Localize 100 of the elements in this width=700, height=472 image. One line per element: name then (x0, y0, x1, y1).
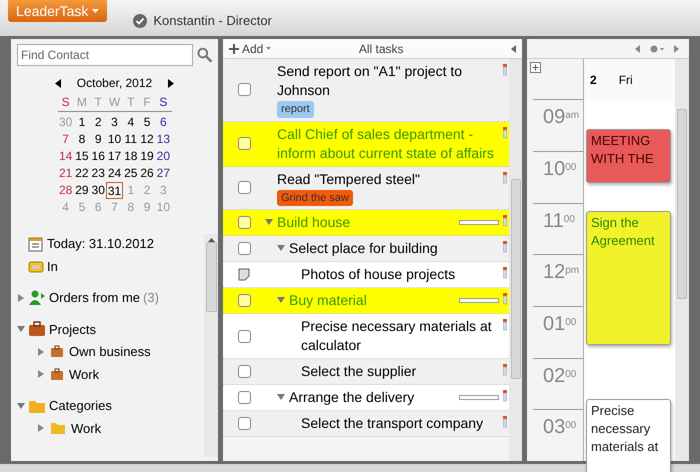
task-row[interactable]: Arrange the delivery (223, 385, 509, 411)
task-title: Select the transport company (301, 414, 484, 433)
calendar-day[interactable]: 2 (90, 114, 106, 131)
calendar-day[interactable]: 5 (138, 114, 156, 131)
previous-icon[interactable] (635, 44, 640, 52)
calendar-event[interactable]: MEETING WITH THE (586, 129, 671, 183)
calendar-day[interactable]: 8 (74, 131, 90, 148)
calendar-day[interactable]: 16 (90, 148, 106, 165)
sidebar-item[interactable]: Orders from me (49, 288, 140, 308)
sidebar-item[interactable]: Projects (49, 320, 96, 339)
task-title: Send report on "A1" project to Johnson (277, 62, 464, 100)
calendar-day[interactable]: 9 (90, 131, 106, 148)
weekday-label: M (76, 94, 88, 111)
calendar-day[interactable]: 23 (90, 165, 106, 182)
scrollbar[interactable] (204, 234, 218, 457)
calendar-day[interactable]: 15 (74, 148, 90, 165)
expand-arrow-icon[interactable] (37, 424, 45, 432)
hour-label: 01$^{00}$ (542, 312, 576, 335)
task-row[interactable]: Read "Tempered steel" Grind the saw (223, 166, 509, 210)
scroll-thumb[interactable] (206, 242, 216, 312)
expand-arrow-icon[interactable] (37, 370, 45, 378)
calendar-day[interactable]: 4 (122, 114, 139, 131)
collapse-arrow-icon[interactable] (17, 402, 25, 410)
scrollbar[interactable] (509, 59, 522, 461)
scroll-thumb[interactable] (677, 109, 687, 299)
calendar-day[interactable]: 17 (106, 148, 123, 165)
sidebar-item[interactable]: Categories (49, 396, 112, 416)
weekday-label: T (94, 94, 103, 111)
task-checkbox[interactable] (238, 365, 250, 378)
search-icon[interactable] (196, 47, 212, 63)
expand-arrow-icon[interactable] (17, 294, 25, 302)
task-checkbox[interactable] (238, 83, 250, 96)
calendar-day[interactable]: 21 (58, 165, 74, 182)
task-row[interactable]: Precise necessary materials at calculator (223, 314, 509, 359)
sidebar-item[interactable]: Today: 31.10.2012 (47, 234, 154, 254)
collapse-arrow-icon[interactable] (265, 218, 273, 226)
collapse-icon[interactable] (511, 44, 516, 52)
calendar-month: October, 2012 (76, 75, 152, 92)
task-row[interactable]: Select the supplier (223, 359, 509, 385)
hour-label: 03$^{00}$ (542, 416, 576, 438)
task-checkbox[interactable] (238, 330, 250, 342)
collapse-arrow-icon[interactable] (277, 244, 285, 252)
collapse-arrow-icon[interactable] (277, 393, 285, 401)
expand-arrow-icon[interactable] (37, 348, 45, 356)
next-month-icon[interactable] (168, 78, 174, 88)
task-checkbox[interactable] (238, 137, 250, 150)
weekday-label: W (108, 94, 122, 111)
calendar-day[interactable]: 31 (106, 182, 123, 199)
sidebar-item[interactable]: Own business (69, 342, 151, 362)
scroll-thumb[interactable] (510, 179, 520, 379)
search-field[interactable]: Find Contact (17, 44, 193, 66)
calendar-day[interactable]: 26 (138, 165, 156, 182)
calendar-day[interactable]: 20 (155, 148, 172, 165)
calendar-day[interactable]: 6 (155, 114, 172, 131)
today-dot-icon[interactable] (650, 44, 664, 52)
calendar-day[interactable]: 25 (122, 165, 139, 182)
calendar-day[interactable]: 19 (138, 148, 156, 165)
task-tag: Grind the saw (277, 190, 353, 206)
calendar-day[interactable]: 13 (155, 131, 172, 148)
calendar-event[interactable]: Sign the Agreement (586, 211, 671, 345)
calendar-day[interactable]: 22 (74, 165, 90, 182)
calendar-event[interactable]: Precise necessary materials at (586, 399, 671, 472)
calendar-day[interactable]: 24 (106, 165, 123, 182)
calendar-day[interactable]: 3 (106, 114, 123, 131)
add-button[interactable]: Add (229, 40, 272, 58)
collapse-arrow-icon[interactable] (277, 296, 285, 304)
task-checkbox[interactable] (238, 181, 250, 194)
task-row[interactable]: Photos of house projects (223, 262, 509, 288)
calendar-day[interactable]: 28 (58, 182, 74, 199)
sidebar-item[interactable]: Work (69, 364, 100, 384)
calendar-day[interactable]: 7 (58, 131, 74, 148)
task-checkbox[interactable] (238, 216, 250, 229)
expand-icon[interactable] (530, 62, 541, 73)
calendar-day[interactable]: 18 (122, 148, 139, 165)
task-row[interactable]: Select place for building (223, 236, 509, 262)
calendar-day[interactable]: 30 (90, 182, 106, 199)
calendar-day[interactable]: 11 (122, 131, 139, 148)
calendar-day[interactable]: 27 (155, 165, 172, 182)
task-checkbox[interactable] (238, 391, 250, 404)
hour-label: 09$^{am}$ (542, 106, 580, 128)
hour-label: 12$^{pm}$ (542, 261, 580, 284)
task-row[interactable]: Select the transport company (223, 411, 509, 437)
previous-month-icon[interactable] (54, 78, 61, 88)
next-icon[interactable] (674, 44, 679, 52)
calendar-day[interactable]: 1 (74, 114, 90, 131)
scrollbar[interactable] (675, 59, 689, 461)
calendar-day[interactable]: 14 (58, 148, 74, 165)
task-checkbox[interactable] (238, 242, 250, 255)
calendar-day[interactable]: 10 (106, 131, 123, 148)
sidebar-item[interactable]: In (47, 256, 58, 276)
sidebar-item[interactable]: Work (71, 418, 102, 438)
check-icon (133, 14, 148, 28)
task-row[interactable]: Send report on "A1" project to Johnson report (223, 59, 509, 122)
task-title: Read "Tempered steel" (277, 170, 420, 188)
calendar-day[interactable]: 12 (138, 131, 156, 148)
task-checkbox[interactable] (238, 294, 250, 307)
task-checkbox[interactable] (238, 417, 250, 430)
collapse-arrow-icon[interactable] (17, 325, 25, 334)
note-icon[interactable] (238, 268, 250, 281)
calendar-day[interactable]: 29 (74, 182, 90, 199)
